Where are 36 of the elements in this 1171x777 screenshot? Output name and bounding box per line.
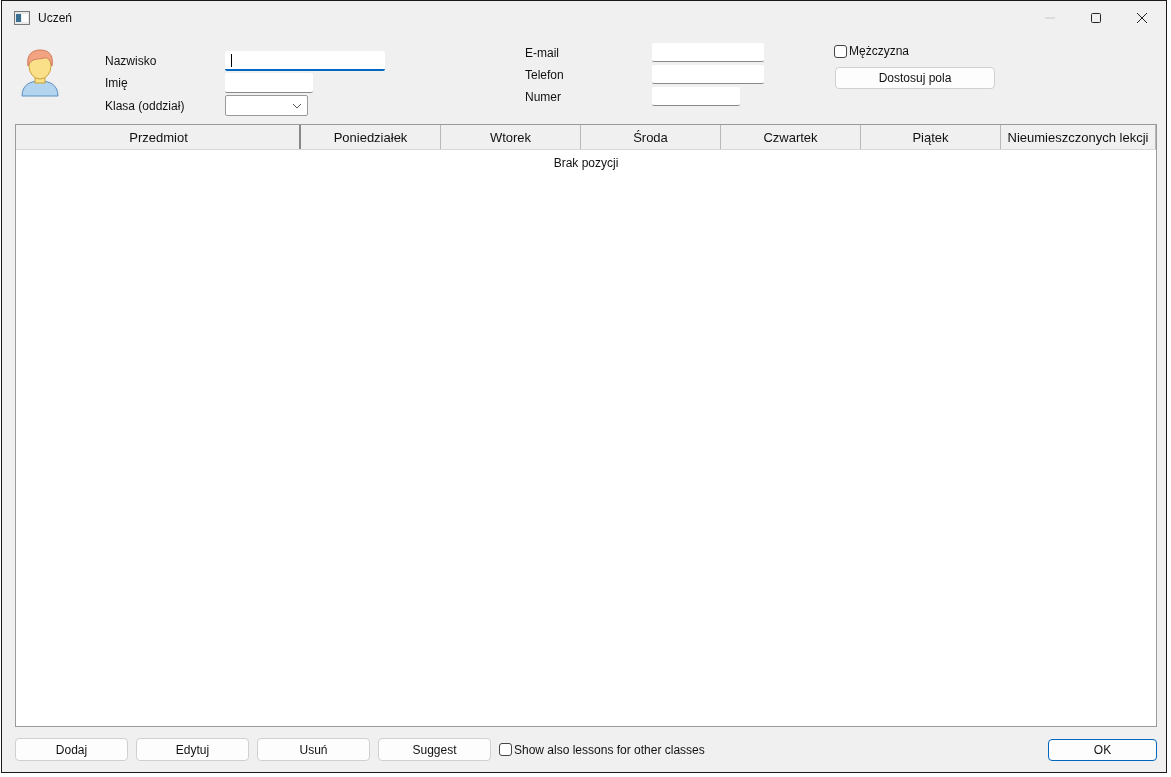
field-label: Imię [105, 76, 129, 90]
customize-fields-button[interactable]: Dostosuj pola [835, 67, 995, 89]
text-field[interactable] [225, 73, 313, 93]
field-label: Telefon [525, 67, 565, 82]
window-title: Uczeń [38, 11, 72, 25]
checkbox-label: Mężczyzna [849, 44, 910, 58]
column-header[interactable]: Przedmiot [18, 125, 301, 149]
column-header[interactable]: Wtorek [441, 125, 581, 149]
text-field[interactable] [652, 65, 764, 84]
empty-message: Brak pozycji [552, 156, 620, 170]
text-field[interactable] [225, 51, 385, 71]
action-button[interactable]: Dodaj [15, 738, 128, 761]
column-header[interactable]: Poniedziałek [301, 125, 441, 149]
person-avatar-icon [20, 49, 60, 97]
field-label: E-mail [525, 45, 560, 60]
checkbox-label: Show also lessons for other classes [514, 742, 705, 757]
field-label: Numer [525, 89, 562, 104]
column-header[interactable]: Czwartek [721, 125, 861, 149]
checkbox[interactable] [499, 743, 512, 756]
dropdown-field[interactable] [225, 95, 308, 116]
checkbox[interactable] [834, 44, 847, 58]
action-button[interactable]: Edytuj [136, 738, 249, 761]
field-label: Nazwisko [105, 54, 158, 68]
window-icon [14, 11, 30, 25]
chevron-down-icon [292, 102, 302, 109]
maximize-icon[interactable] [1090, 12, 1102, 24]
action-button[interactable]: Usuń [257, 738, 370, 761]
text-field[interactable] [652, 43, 764, 62]
action-button[interactable]: Suggest [378, 738, 491, 761]
column-header[interactable]: Nieumieszczonych lekcji [1001, 125, 1156, 149]
ok-button[interactable]: OK [1048, 738, 1157, 761]
column-header[interactable]: Piątek [861, 125, 1001, 149]
column-header[interactable]: Środa [581, 125, 721, 149]
close-icon[interactable] [1136, 12, 1148, 24]
text-field[interactable] [652, 87, 740, 106]
field-label: Klasa (oddział) [105, 98, 186, 113]
